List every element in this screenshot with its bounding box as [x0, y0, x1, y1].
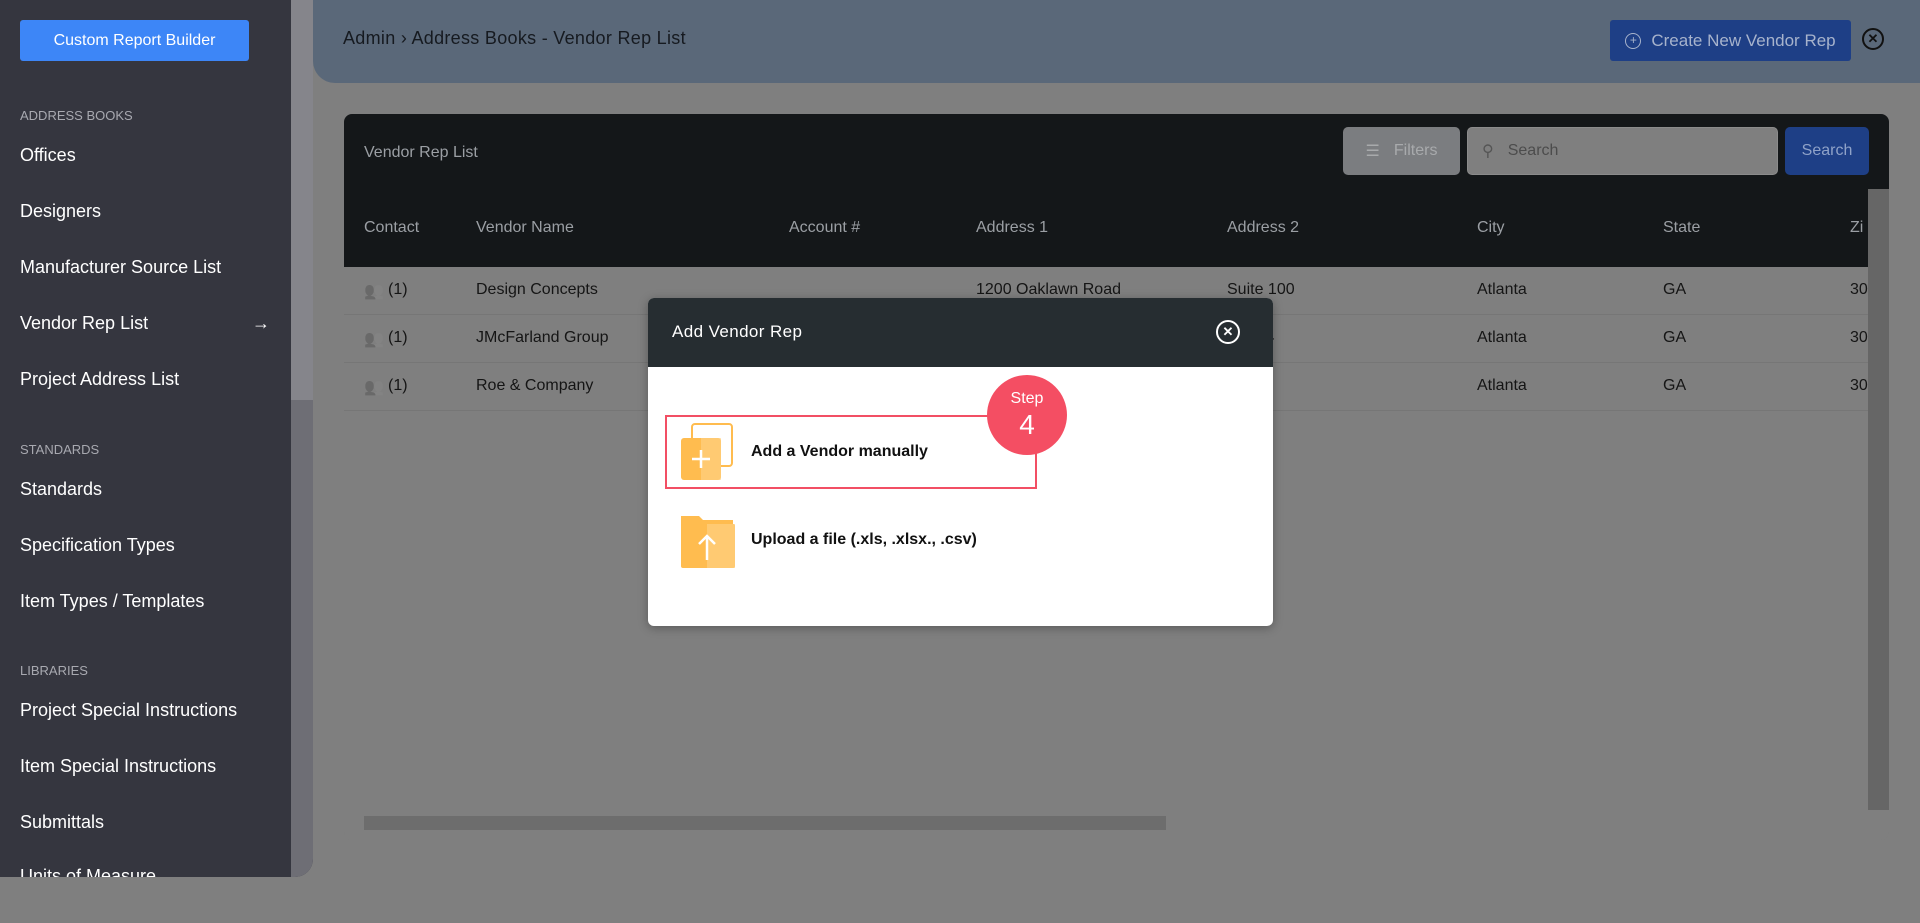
contacts-icon[interactable]: 👥 — [364, 281, 384, 301]
cell-contact: (1) — [388, 377, 408, 394]
item-label: Item Types / Templates — [20, 591, 205, 611]
item-label: Offices — [20, 145, 76, 165]
cell-state: GA — [1663, 329, 1687, 346]
search-box: ⚲ — [1467, 127, 1778, 175]
item-label: Project Special Instructions — [20, 700, 238, 720]
item-label: Designers — [20, 201, 102, 221]
search-input[interactable] — [1507, 142, 1758, 160]
cell-contact: (1) — [388, 281, 408, 298]
sidebar-item-units-of-measure[interactable]: Units of Measure — [20, 866, 270, 877]
item-label: Standards — [20, 479, 103, 499]
item-label: Manufacturer Source List — [20, 257, 222, 277]
close-icon[interactable]: ✕ — [1862, 28, 1884, 50]
item-label: Units of Measure — [20, 866, 157, 877]
column-header-contact[interactable]: Contact — [364, 219, 419, 237]
upload-folder-icon — [681, 516, 735, 568]
cell-zip: 30 — [1850, 281, 1868, 298]
sidebar-item-offices[interactable]: Offices — [20, 145, 270, 166]
column-header-account[interactable]: Account # — [789, 219, 860, 237]
sidebar-item-vendor-rep-list[interactable]: Vendor Rep List → — [20, 313, 270, 334]
cell-state: GA — [1663, 377, 1687, 394]
add-vendor-rep-modal: Add Vendor Rep ✕ Add a Vendor manually U… — [648, 298, 1273, 626]
filter-icon: ☰ — [1365, 143, 1380, 160]
add-vendor-manually-option[interactable]: Add a Vendor manually — [665, 415, 1037, 489]
search-icon: ⚲ — [1482, 143, 1494, 160]
vertical-scrollbar[interactable] — [1868, 189, 1889, 810]
sidebar-item-project-address-list[interactable]: Project Address List — [20, 369, 270, 390]
sidebar-item-item-special-instructions[interactable]: Item Special Instructions — [20, 756, 270, 777]
custom-report-builder-button[interactable]: Custom Report Builder — [20, 20, 249, 61]
cell-vendor: Roe & Company — [476, 377, 594, 394]
item-label: Project Address List — [20, 369, 180, 389]
breadcrumb: Admin › Address Books - Vendor Rep List — [343, 28, 686, 49]
contacts-icon[interactable]: 👥 — [364, 329, 384, 349]
item-label: Vendor Rep List — [20, 313, 149, 333]
create-new-vendor-rep-button[interactable]: + Create New Vendor Rep — [1610, 20, 1851, 61]
arrow-right-icon: → — [252, 313, 270, 333]
search-button[interactable]: Search — [1785, 127, 1869, 175]
breadcrumb-admin[interactable]: Admin — [343, 28, 396, 48]
horizontal-scrollbar-thumb[interactable] — [364, 816, 1166, 830]
step-badge: Step 4 — [987, 375, 1067, 455]
sidebar-item-standards[interactable]: Standards — [20, 479, 270, 500]
sidebar: Custom Report Builder ADDRESS BOOKS Offi… — [0, 0, 313, 877]
step-label: Step — [1010, 390, 1044, 407]
column-header-address1[interactable]: Address 1 — [976, 219, 1048, 237]
cell-city: Atlanta — [1477, 329, 1527, 346]
breadcrumb-current: Address Books - Vendor Rep List — [411, 28, 686, 48]
contacts-icon[interactable]: 👥 — [364, 377, 384, 397]
add-file-icon — [681, 423, 733, 480]
cell-city: Atlanta — [1477, 281, 1527, 298]
cell-vendor: JMcFarland Group — [476, 329, 609, 346]
item-label: Submittals — [20, 812, 105, 832]
option-label: Add a Vendor manually — [751, 443, 928, 460]
cell-city: Atlanta — [1477, 377, 1527, 394]
plus-circle-icon: + — [1625, 32, 1642, 49]
cell-state: GA — [1663, 281, 1687, 298]
close-icon[interactable]: ✕ — [1216, 320, 1240, 344]
column-header-city[interactable]: City — [1477, 219, 1505, 237]
column-header-vendor-name[interactable]: Vendor Name — [476, 219, 574, 237]
cell-address2: Suite 100 — [1227, 281, 1295, 298]
item-label: Specification Types — [20, 535, 175, 555]
column-header-state[interactable]: State — [1663, 219, 1700, 237]
column-header-zip[interactable]: Zi — [1850, 219, 1863, 237]
cell-zip: 30 — [1850, 377, 1868, 394]
button-label: Create New Vendor Rep — [1651, 30, 1836, 50]
section-standards: STANDARDS — [20, 442, 100, 457]
sidebar-item-project-special-instructions[interactable]: Project Special Instructions — [20, 700, 270, 721]
item-label: Item Special Instructions — [20, 756, 217, 776]
chevron-right-icon: › — [400, 28, 408, 48]
section-address-books: ADDRESS BOOKS — [20, 108, 133, 123]
sidebar-item-specification-types[interactable]: Specification Types — [20, 535, 270, 556]
sidebar-item-designers[interactable]: Designers — [20, 201, 270, 222]
horizontal-scrollbar[interactable] — [344, 813, 1868, 833]
column-header-address2[interactable]: Address 2 — [1227, 219, 1299, 237]
table-title: Vendor Rep List — [364, 144, 478, 161]
filters-button[interactable]: ☰ Filters — [1343, 127, 1460, 175]
section-libraries: LIBRARIES — [20, 663, 88, 678]
step-number: 4 — [1019, 409, 1035, 440]
cell-address1: 1200 Oaklawn Road — [976, 281, 1121, 298]
sidebar-item-manufacturer-source-list[interactable]: Manufacturer Source List — [20, 257, 270, 278]
sidebar-item-submittals[interactable]: Submittals — [20, 812, 270, 833]
cell-contact: (1) — [388, 329, 408, 346]
sidebar-scrollbar-thumb[interactable] — [291, 0, 313, 400]
upload-file-option[interactable]: Upload a file (.xls, .xlsx., .csv) — [665, 503, 1037, 577]
sidebar-item-item-types[interactable]: Item Types / Templates — [20, 591, 270, 612]
option-label: Upload a file (.xls, .xlsx., .csv) — [751, 531, 977, 548]
modal-title: Add Vendor Rep — [672, 322, 803, 341]
button-label: Filters — [1393, 142, 1438, 159]
cell-vendor: Design Concepts — [476, 281, 598, 298]
cell-zip: 30 — [1850, 329, 1868, 346]
